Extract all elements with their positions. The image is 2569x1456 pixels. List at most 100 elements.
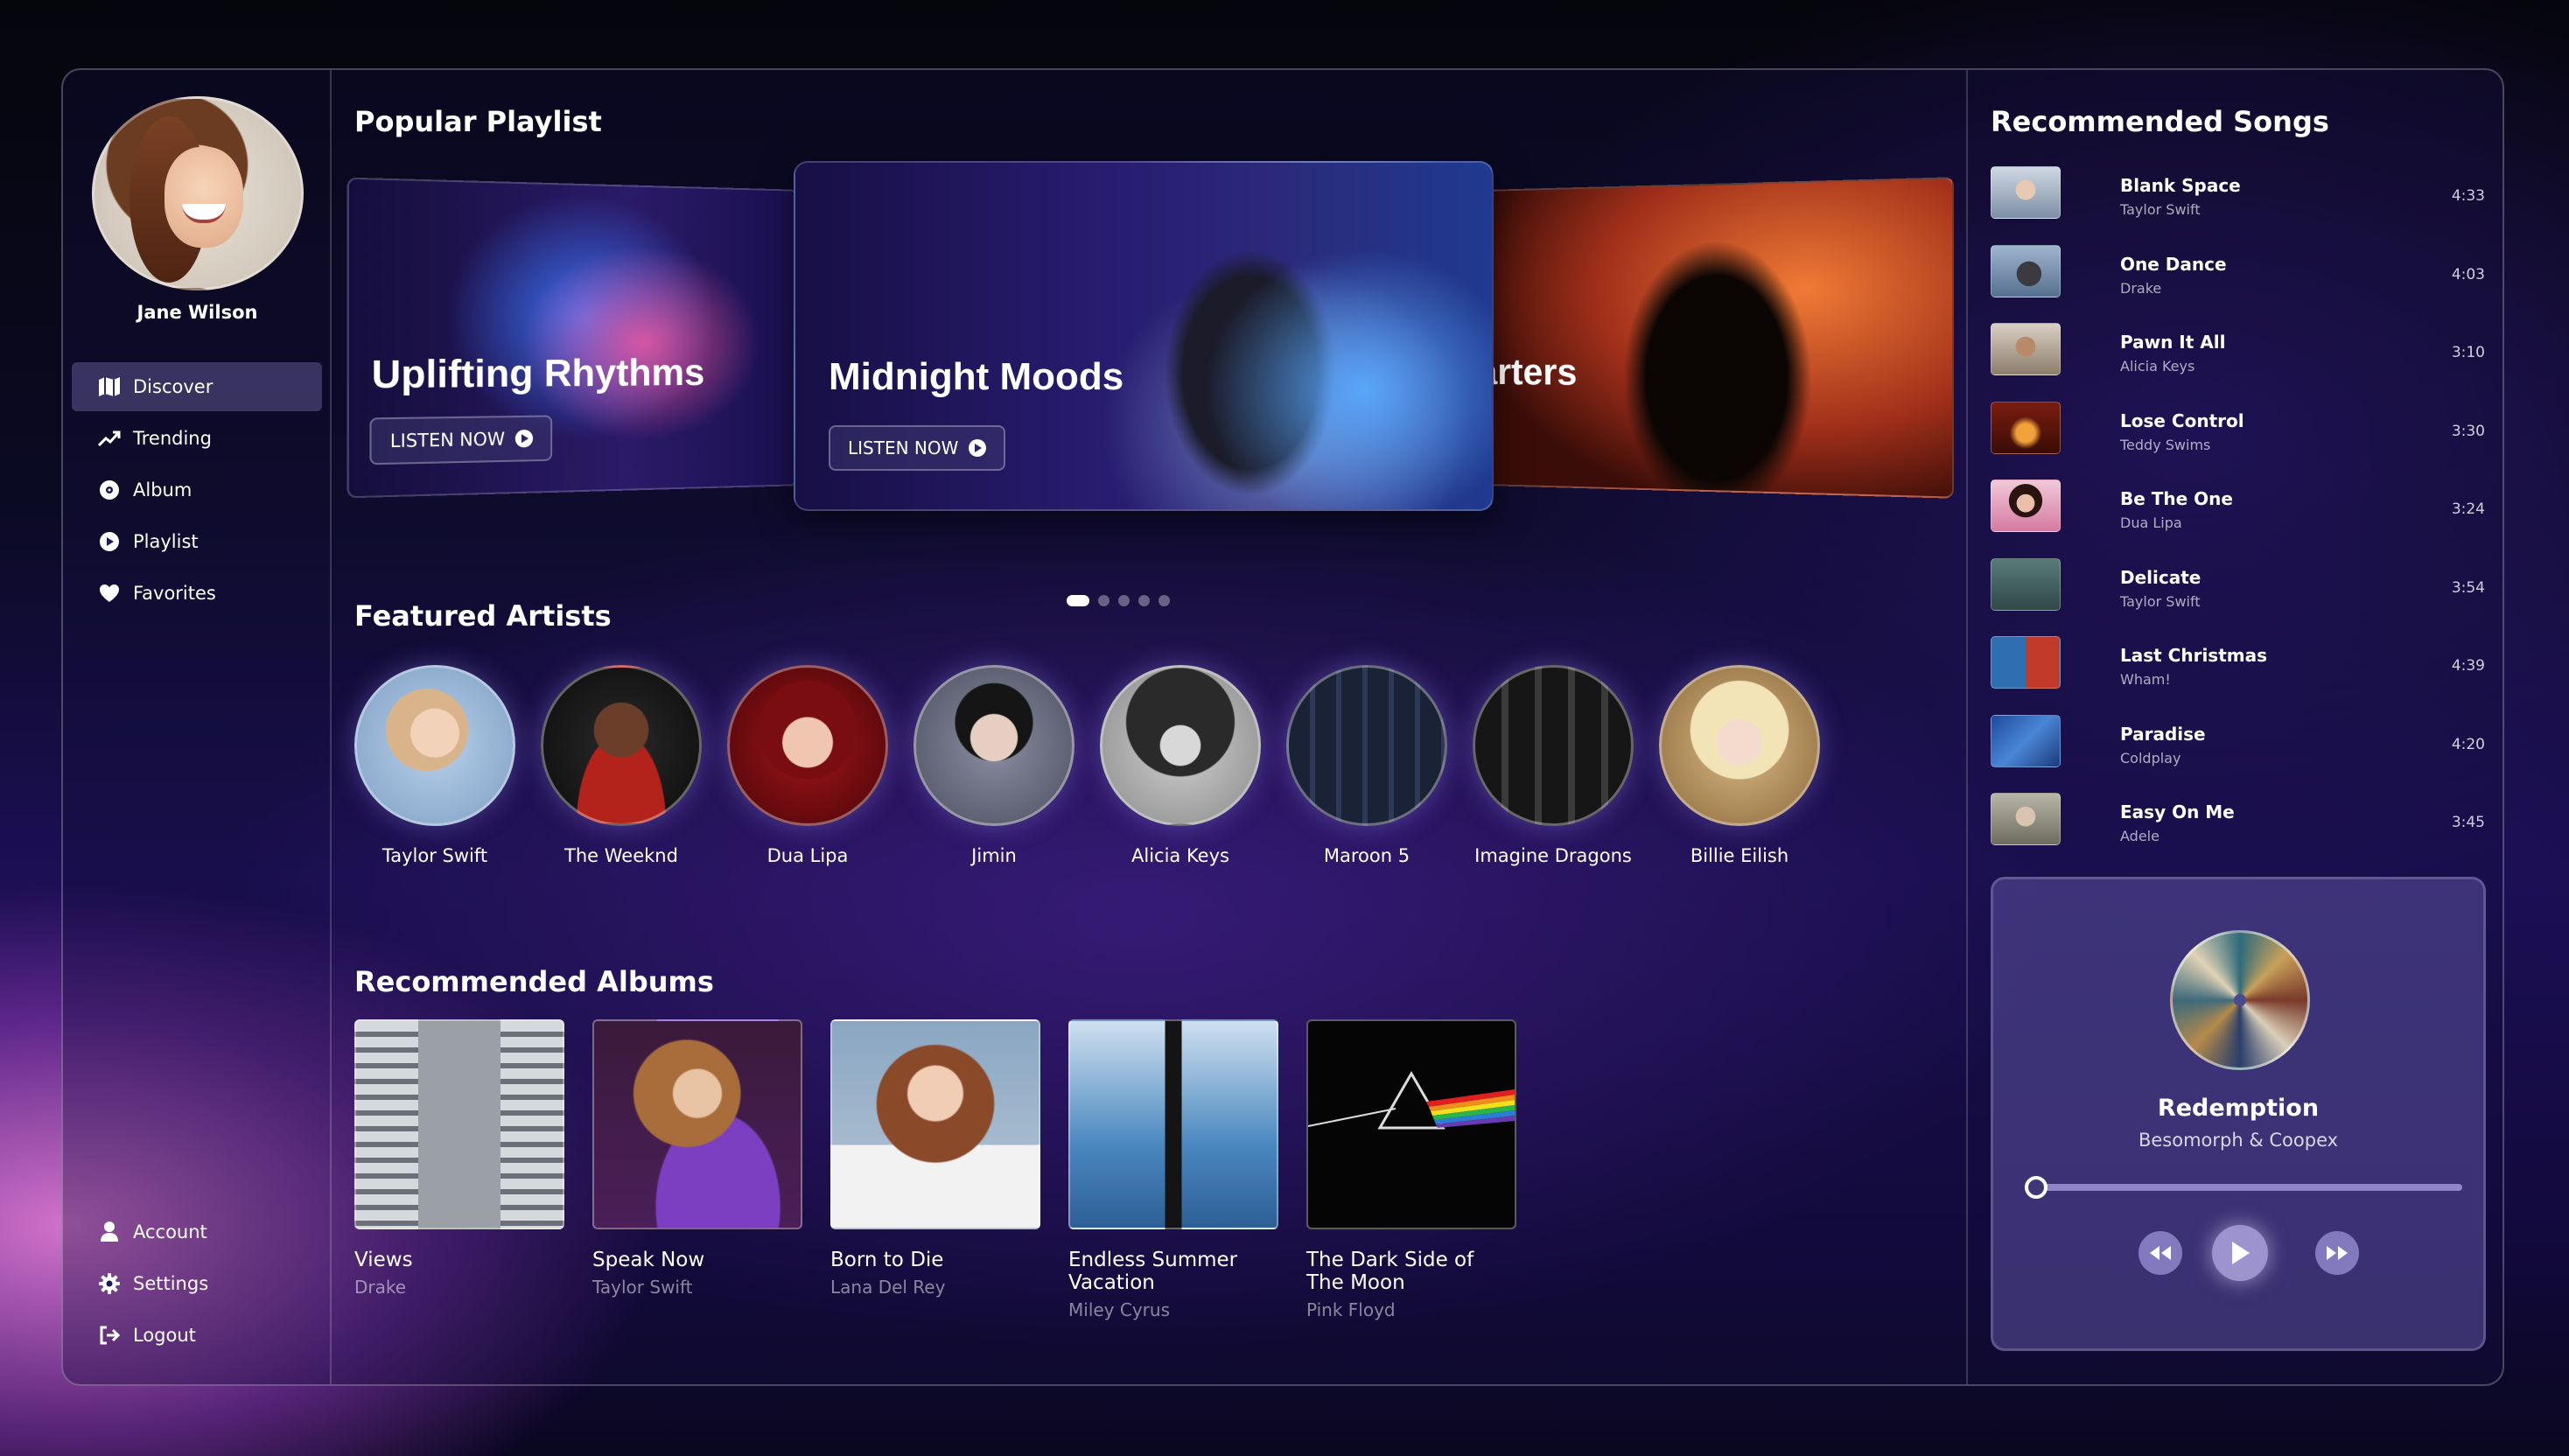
nav-item-logout[interactable]: Logout — [72, 1311, 322, 1360]
song-row[interactable]: Easy On Me Adele 3:45 — [1991, 793, 2485, 872]
album-title: Speak Now — [592, 1249, 705, 1271]
carousel-dot[interactable] — [1067, 595, 1089, 606]
main-content: Popular Playlist Uplifting Rhythms LISTE… — [332, 70, 1966, 1384]
song-row[interactable]: Delicate Taylor Swift 3:54 — [1991, 557, 2485, 637]
song-thumbnail — [1991, 480, 2061, 532]
heart-icon — [98, 582, 121, 605]
map-icon — [98, 375, 121, 398]
song-thumbnail — [1991, 714, 2061, 767]
album-card[interactable]: The Dark Side of The Moon Pink Floyd — [1306, 1019, 1516, 1320]
album-artist: Drake — [354, 1277, 407, 1298]
song-thumbnail — [1991, 323, 2061, 375]
song-duration: 4:03 — [2451, 265, 2485, 284]
artist-card[interactable]: Dua Lipa — [727, 665, 888, 866]
song-title: Easy On Me — [2120, 802, 2235, 822]
song-title: Pawn It All — [2120, 332, 2226, 353]
carousel-dot[interactable] — [1118, 595, 1130, 606]
song-thumbnail — [1991, 636, 2061, 689]
nav-item-playlist[interactable]: Playlist — [72, 517, 322, 566]
carousel-dots — [1067, 595, 1170, 606]
rewind-button[interactable] — [2138, 1231, 2182, 1275]
logout-icon — [98, 1324, 121, 1347]
playlist-card-partial[interactable]: arters — [1480, 177, 1955, 499]
song-thumbnail — [1991, 557, 2061, 611]
fast-forward-icon — [2327, 1246, 2348, 1260]
song-row[interactable]: Be The One Dua Lipa 3:24 — [1991, 480, 2485, 558]
playlist-card-midnight-moods[interactable]: Midnight Moods LISTEN NOW — [794, 161, 1494, 511]
nav-item-favorites[interactable]: Favorites — [72, 569, 322, 618]
carousel-dot[interactable] — [1098, 595, 1110, 606]
artist-card[interactable]: Maroon 5 — [1286, 665, 1447, 866]
play-circle-icon — [98, 530, 121, 553]
featured-artists-list: Taylor Swift The Weeknd Dua Lipa Jimin A… — [354, 665, 1842, 892]
now-playing-player: Redemption Besomorph & Coopex — [1991, 877, 2486, 1351]
listen-now-label: LISTEN NOW — [389, 428, 506, 452]
artist-card[interactable]: Taylor Swift — [354, 665, 515, 866]
nav-label: Playlist — [133, 531, 199, 552]
artist-card[interactable]: Jimin — [914, 665, 1074, 866]
nav-item-album[interactable]: Album — [72, 466, 322, 514]
carousel-dot[interactable] — [1158, 595, 1170, 606]
playlist-card-uplifting-rhythms[interactable]: Uplifting Rhythms LISTEN NOW — [346, 177, 799, 499]
artist-name: Imagine Dragons — [1474, 845, 1632, 866]
song-title: One Dance — [2120, 253, 2227, 275]
nav-item-account[interactable]: Account — [72, 1208, 322, 1256]
progress-handle[interactable] — [2025, 1176, 2048, 1199]
nav-item-settings[interactable]: Settings — [72, 1259, 322, 1308]
song-duration: 4:20 — [2451, 735, 2485, 753]
song-duration: 4:39 — [2451, 657, 2485, 675]
song-thumbnail — [1991, 166, 2061, 219]
artist-card[interactable]: Alicia Keys — [1100, 665, 1261, 866]
song-thumbnail — [1991, 244, 2061, 298]
song-duration: 3:24 — [2451, 500, 2485, 518]
progress-bar[interactable] — [2025, 1176, 2462, 1199]
carousel-dot[interactable] — [1138, 595, 1150, 606]
now-playing-title: Redemption — [2157, 1095, 2320, 1122]
nav-label: Account — [133, 1222, 207, 1242]
album-card[interactable]: Speak Now Taylor Swift — [592, 1019, 802, 1298]
album-card[interactable]: Born to Die Lana Del Rey — [830, 1019, 1040, 1298]
app-window: Jane Wilson Discover Trending Album Play… — [61, 68, 2504, 1386]
song-row[interactable]: Blank Space Taylor Swift 4:33 — [1991, 166, 2485, 245]
playlist-card-title: arters — [1480, 351, 1578, 394]
album-card[interactable]: Endless Summer Vacation Miley Cyrus — [1068, 1019, 1278, 1320]
song-duration: 3:10 — [2451, 344, 2485, 361]
song-title: Lose Control — [2120, 410, 2244, 431]
avatar[interactable] — [92, 96, 304, 290]
fast-forward-button[interactable] — [2315, 1231, 2359, 1275]
album-card[interactable]: Views Drake — [354, 1019, 564, 1298]
recommended-albums-title: Recommended Albums — [354, 965, 714, 998]
artist-photo — [914, 665, 1074, 826]
album-title: Endless Summer Vacation — [1068, 1249, 1238, 1294]
user-name: Jane Wilson — [136, 302, 258, 323]
song-row[interactable]: Last Christmas Wham! 4:39 — [1991, 636, 2485, 715]
artist-photo — [1100, 665, 1261, 826]
nav-item-discover[interactable]: Discover — [72, 362, 322, 411]
song-artist: Adele — [2120, 828, 2160, 844]
song-row[interactable]: Paradise Coldplay 4:20 — [1991, 714, 2485, 794]
song-title: Be The One — [2120, 488, 2233, 509]
album-title: Views — [354, 1249, 413, 1271]
play-button[interactable] — [2212, 1225, 2268, 1281]
artist-card[interactable]: Billie Eilish — [1659, 665, 1820, 866]
song-artist: Wham! — [2120, 671, 2171, 688]
nav-label: Discover — [133, 376, 214, 397]
listen-now-button[interactable]: LISTEN NOW — [829, 425, 1006, 471]
account-nav: Account Settings Logout — [72, 1208, 322, 1362]
nav-label: Trending — [133, 428, 212, 449]
song-row[interactable]: Lose Control Teddy Swims 3:30 — [1991, 401, 2485, 480]
artist-card[interactable]: Imagine Dragons — [1473, 665, 1634, 866]
song-row[interactable]: Pawn It All Alicia Keys 3:10 — [1991, 323, 2485, 402]
song-artist: Dua Lipa — [2120, 514, 2182, 531]
song-duration: 3:45 — [2451, 814, 2485, 831]
artist-name: Taylor Swift — [382, 845, 488, 866]
nav-item-trending[interactable]: Trending — [72, 414, 322, 463]
listen-now-label: LISTEN NOW — [848, 438, 959, 458]
trending-icon — [98, 427, 121, 450]
artist-card[interactable]: The Weeknd — [541, 665, 702, 866]
album-title: The Dark Side of The Moon — [1306, 1249, 1474, 1294]
song-row[interactable]: One Dance Drake 4:03 — [1991, 244, 2485, 324]
listen-now-button[interactable]: LISTEN NOW — [369, 415, 553, 466]
play-icon — [515, 429, 534, 448]
artist-photo — [1473, 665, 1634, 826]
